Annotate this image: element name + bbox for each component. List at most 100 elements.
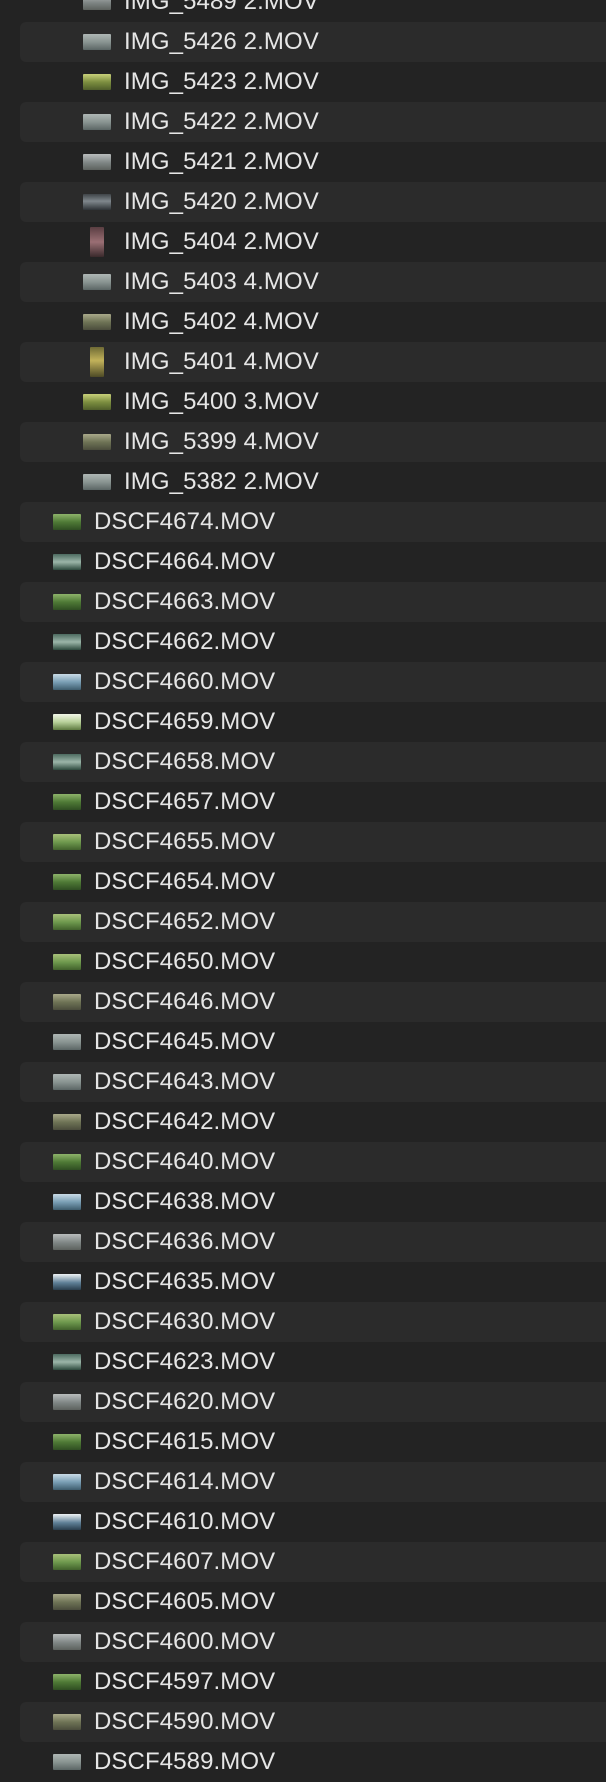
file-row[interactable]: DSCF4636.MOV	[0, 1222, 606, 1262]
video-thumbnail-icon	[53, 1514, 81, 1530]
file-name: DSCF4636.MOV	[94, 1228, 276, 1255]
file-name: DSCF4614.MOV	[94, 1468, 276, 1495]
file-name: DSCF4589.MOV	[94, 1748, 276, 1775]
video-thumbnail-icon	[53, 634, 81, 650]
file-row[interactable]: DSCF4654.MOV	[0, 862, 606, 902]
file-row[interactable]: IMG_5403 4.MOV	[0, 262, 606, 302]
file-row[interactable]: DSCF4659.MOV	[0, 702, 606, 742]
file-row[interactable]: DSCF4662.MOV	[0, 622, 606, 662]
file-row[interactable]: IMG_5422 2.MOV	[0, 102, 606, 142]
video-thumbnail-icon	[53, 674, 81, 690]
file-name: DSCF4605.MOV	[94, 1588, 276, 1615]
video-thumbnail-icon	[53, 1754, 81, 1770]
video-thumbnail-icon	[53, 1474, 81, 1490]
file-row[interactable]: DSCF4597.MOV	[0, 1662, 606, 1702]
file-row[interactable]: DSCF4642.MOV	[0, 1102, 606, 1142]
file-row[interactable]: DSCF4643.MOV	[0, 1062, 606, 1102]
file-row[interactable]: DSCF4605.MOV	[0, 1582, 606, 1622]
file-name: DSCF4600.MOV	[94, 1628, 276, 1655]
video-thumbnail-icon	[83, 434, 111, 450]
file-row[interactable]: IMG_5426 2.MOV	[0, 22, 606, 62]
video-thumbnail-icon	[53, 794, 81, 810]
file-row[interactable]: DSCF4620.MOV	[0, 1382, 606, 1422]
video-thumbnail-icon	[53, 754, 81, 770]
video-thumbnail-icon	[83, 474, 111, 490]
file-row[interactable]: DSCF4640.MOV	[0, 1142, 606, 1182]
file-row[interactable]: IMG_5423 2.MOV	[0, 62, 606, 102]
file-row[interactable]: IMG_5402 4.MOV	[0, 302, 606, 342]
file-row[interactable]: DSCF4600.MOV	[0, 1622, 606, 1662]
file-row[interactable]: DSCF4638.MOV	[0, 1182, 606, 1222]
file-row[interactable]: DSCF4660.MOV	[0, 662, 606, 702]
file-row[interactable]: DSCF4615.MOV	[0, 1422, 606, 1462]
file-row[interactable]: DSCF4589.MOV	[0, 1742, 606, 1782]
file-row[interactable]: DSCF4646.MOV	[0, 982, 606, 1022]
video-thumbnail-icon	[53, 874, 81, 890]
file-row[interactable]: IMG_5401 4.MOV	[0, 342, 606, 382]
file-name: IMG_5426 2.MOV	[124, 28, 319, 55]
video-thumbnail-icon	[83, 114, 111, 130]
file-name: IMG_5420 2.MOV	[124, 188, 319, 215]
video-thumbnail-icon	[53, 1714, 81, 1730]
file-name: DSCF4620.MOV	[94, 1388, 276, 1415]
file-row[interactable]: DSCF4658.MOV	[0, 742, 606, 782]
file-row[interactable]: DSCF4645.MOV	[0, 1022, 606, 1062]
file-row[interactable]: IMG_5382 2.MOV	[0, 462, 606, 502]
file-name: DSCF4663.MOV	[94, 588, 276, 615]
file-name: IMG_5401 4.MOV	[124, 348, 319, 375]
file-name: DSCF4674.MOV	[94, 508, 276, 535]
file-row[interactable]: DSCF4657.MOV	[0, 782, 606, 822]
file-row[interactable]: DSCF4664.MOV	[0, 542, 606, 582]
file-row[interactable]: DSCF4590.MOV	[0, 1702, 606, 1742]
video-thumbnail-icon	[83, 274, 111, 290]
video-thumbnail-icon	[83, 74, 111, 90]
file-row[interactable]: DSCF4610.MOV	[0, 1502, 606, 1542]
file-name: DSCF4659.MOV	[94, 708, 276, 735]
file-row[interactable]: DSCF4623.MOV	[0, 1342, 606, 1382]
file-name: DSCF4642.MOV	[94, 1108, 276, 1135]
file-name: DSCF4652.MOV	[94, 908, 276, 935]
video-thumbnail-icon	[53, 1034, 81, 1050]
file-name: DSCF4638.MOV	[94, 1188, 276, 1215]
file-row[interactable]: DSCF4635.MOV	[0, 1262, 606, 1302]
file-row[interactable]: DSCF4650.MOV	[0, 942, 606, 982]
video-thumbnail-icon	[53, 1274, 81, 1290]
file-name: DSCF4640.MOV	[94, 1148, 276, 1175]
video-thumbnail-icon	[53, 914, 81, 930]
file-name: DSCF4643.MOV	[94, 1068, 276, 1095]
file-row[interactable]: IMG_5489 2.MOV	[0, 0, 606, 22]
file-row[interactable]: IMG_5399 4.MOV	[0, 422, 606, 462]
file-name: DSCF4657.MOV	[94, 788, 276, 815]
file-row[interactable]: DSCF4607.MOV	[0, 1542, 606, 1582]
file-row[interactable]: DSCF4630.MOV	[0, 1302, 606, 1342]
file-row[interactable]: DSCF4674.MOV	[0, 502, 606, 542]
file-row[interactable]: IMG_5421 2.MOV	[0, 142, 606, 182]
file-name: DSCF4610.MOV	[94, 1508, 276, 1535]
video-thumbnail-icon	[83, 194, 111, 210]
file-name: DSCF4646.MOV	[94, 988, 276, 1015]
file-row[interactable]: DSCF4655.MOV	[0, 822, 606, 862]
file-name: IMG_5423 2.MOV	[124, 68, 319, 95]
file-row[interactable]: DSCF4614.MOV	[0, 1462, 606, 1502]
video-thumbnail-icon	[53, 1594, 81, 1610]
file-name: DSCF4654.MOV	[94, 868, 276, 895]
file-name: DSCF4597.MOV	[94, 1668, 276, 1695]
file-row[interactable]: IMG_5400 3.MOV	[0, 382, 606, 422]
file-name: DSCF4660.MOV	[94, 668, 276, 695]
file-name: IMG_5489 2.MOV	[124, 0, 319, 15]
file-name: DSCF4664.MOV	[94, 548, 276, 575]
file-name: IMG_5402 4.MOV	[124, 308, 319, 335]
file-row[interactable]: DSCF4652.MOV	[0, 902, 606, 942]
file-name: DSCF4630.MOV	[94, 1308, 276, 1335]
file-row[interactable]: IMG_5404 2.MOV	[0, 222, 606, 262]
file-row[interactable]: DSCF4663.MOV	[0, 582, 606, 622]
video-thumbnail-icon	[90, 347, 104, 377]
video-thumbnail-icon	[53, 1234, 81, 1250]
video-thumbnail-icon	[53, 834, 81, 850]
video-thumbnail-icon	[53, 1314, 81, 1330]
video-thumbnail-icon	[53, 994, 81, 1010]
video-thumbnail-icon	[53, 1154, 81, 1170]
file-list: IMG_5489 2.MOV IMG_5426 2.MOV IMG_5423 2.M…	[0, 0, 606, 1782]
video-thumbnail-icon	[53, 1114, 81, 1130]
file-row[interactable]: IMG_5420 2.MOV	[0, 182, 606, 222]
